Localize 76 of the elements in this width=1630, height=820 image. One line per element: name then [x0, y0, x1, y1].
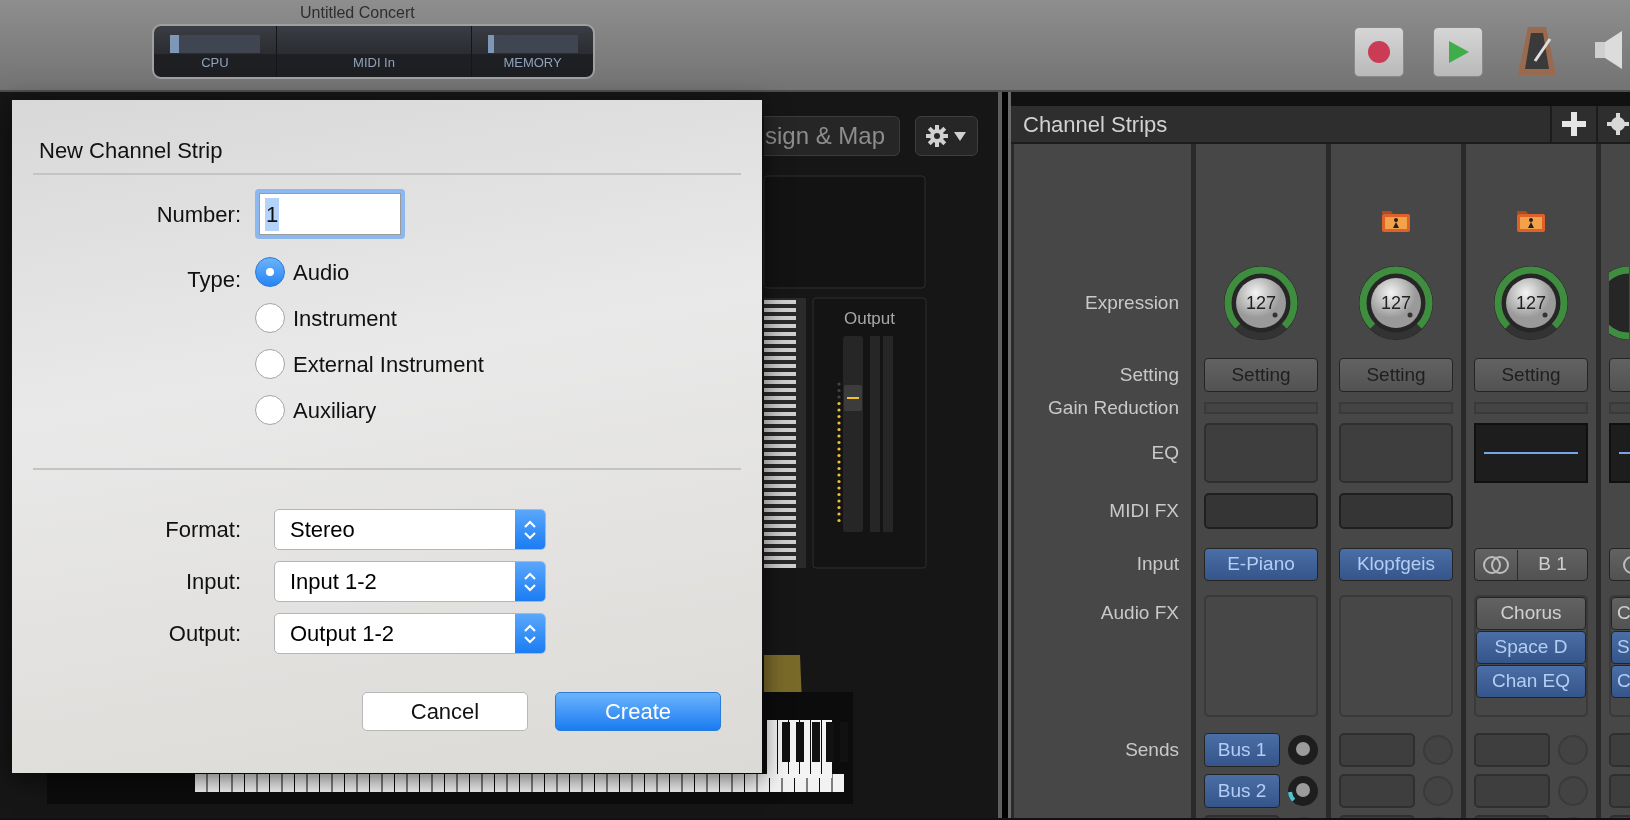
send-slot[interactable]: [1339, 774, 1415, 808]
folder-icon: [1516, 209, 1546, 233]
row-label: MIDI FX: [1109, 498, 1179, 523]
input-button[interactable]: Klopfgeis: [1339, 548, 1453, 581]
field-label: Input:: [184, 568, 241, 596]
row-label: Sends: [1125, 737, 1179, 762]
field-label: Format:: [164, 516, 241, 544]
dropdown-select[interactable]: Input 1-2: [274, 561, 546, 602]
send-knob[interactable]: [1288, 735, 1318, 765]
metronome-icon[interactable]: [1516, 25, 1558, 77]
setting-button[interactable]: Setting: [1339, 358, 1453, 392]
radio-label[interactable]: Audio: [293, 255, 350, 289]
plugin-button[interactable]: C: [1611, 597, 1630, 630]
send-button[interactable]: Bus 1: [1204, 733, 1280, 767]
dialog-title: New Channel Strip: [38, 137, 224, 165]
row-label: Audio FX: [1100, 601, 1179, 625]
radio-button[interactable]: [255, 303, 285, 333]
number-field[interactable]: 1: [255, 189, 405, 239]
radio-label[interactable]: External Instrument: [293, 347, 484, 381]
play-button[interactable]: [1433, 27, 1483, 77]
row-label: Input: [1136, 552, 1179, 577]
midi-fx-slot[interactable]: [1204, 493, 1318, 529]
dropdown-select[interactable]: Stereo: [274, 509, 546, 550]
eq-slot[interactable]: [1204, 423, 1318, 483]
send-slot[interactable]: [1474, 774, 1550, 808]
folder-icon: [1381, 209, 1411, 233]
send-slot[interactable]: [1339, 733, 1415, 767]
panel-title: Channel Strips: [1022, 110, 1169, 139]
dropdown-select[interactable]: Output 1-2: [274, 613, 546, 654]
plugin-button[interactable]: C: [1611, 665, 1630, 698]
setting-button[interactable]: Setting: [1474, 358, 1588, 392]
design-map-button[interactable]: sign & Map: [764, 116, 900, 156]
splitter-bar[interactable]: [998, 92, 1011, 818]
window-title: Untitled Concert: [300, 3, 415, 23]
plugin-button[interactable]: Chan EQ: [1476, 665, 1586, 698]
input-button[interactable]: E-Piano: [1204, 548, 1318, 581]
expression-knob[interactable]: 127: [1223, 265, 1299, 341]
field-label: Type:: [186, 266, 241, 294]
field-label: Number:: [155, 200, 241, 229]
row-label: EQ: [1151, 440, 1179, 465]
plugin-button[interactable]: S: [1611, 631, 1630, 664]
knob-drawing[interactable]: [1609, 265, 1629, 341]
eq-display[interactable]: [1474, 423, 1588, 483]
radio-label[interactable]: Auxiliary: [293, 393, 377, 427]
expression-knob[interactable]: 127: [1358, 265, 1434, 341]
record-icon: [1367, 40, 1391, 64]
radio-button[interactable]: [255, 395, 285, 425]
midi-fx-slot[interactable]: [1339, 493, 1453, 529]
send-button[interactable]: Bus 2: [1204, 774, 1280, 808]
radio-button[interactable]: [255, 349, 285, 379]
plugin-button[interactable]: Space D: [1476, 631, 1586, 664]
settings-button[interactable]: [915, 116, 978, 156]
eq-slot[interactable]: [1339, 423, 1453, 483]
meter-label: MIDI In: [353, 53, 395, 72]
row-label: Expression: [1085, 290, 1179, 315]
meter-label: CPU: [201, 53, 229, 72]
output-label: Output: [842, 308, 896, 330]
input-button[interactable]: B 1: [1474, 548, 1588, 581]
expression-knob[interactable]: 127: [1493, 265, 1569, 341]
settings-icon[interactable]: [1606, 112, 1630, 136]
radio-label[interactable]: Instrument: [293, 301, 397, 335]
meter-label: MEMORY: [503, 53, 562, 72]
record-button[interactable]: [1354, 27, 1404, 77]
plugin-button[interactable]: Chorus: [1476, 597, 1586, 630]
create-button[interactable]: Create: [555, 692, 721, 731]
row-label: Gain Reduction: [1048, 395, 1179, 420]
cancel-button[interactable]: Cancel: [362, 692, 528, 731]
send-knob[interactable]: [1288, 776, 1318, 806]
setting-button[interactable]: Setting: [1204, 358, 1318, 392]
row-label: Setting: [1119, 362, 1179, 387]
play-icon: [1446, 40, 1470, 64]
send-slot[interactable]: [1474, 733, 1550, 767]
radio-button[interactable]: [255, 257, 285, 287]
add-icon[interactable]: [1562, 112, 1586, 136]
gear-icon: [924, 124, 969, 148]
field-label: Output:: [167, 620, 241, 648]
